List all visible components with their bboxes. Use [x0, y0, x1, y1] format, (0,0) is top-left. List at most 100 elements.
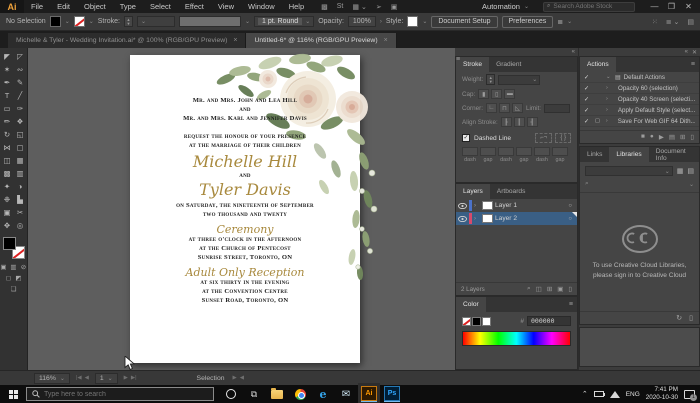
fill-swatch[interactable]: [49, 16, 61, 27]
dash-value-field[interactable]: [516, 147, 532, 156]
battery-icon[interactable]: [593, 391, 605, 397]
weight-dropdown[interactable]: ⌄: [498, 74, 541, 85]
toolbar-icon[interactable]: ➢: [376, 3, 382, 11]
fill-color-swatch[interactable]: [2, 237, 16, 250]
panel-tab[interactable]: Links: [580, 147, 609, 162]
network-icon[interactable]: [609, 390, 620, 398]
menu-item[interactable]: Effect: [178, 0, 211, 13]
dashed-line-checkbox[interactable]: ✓: [462, 134, 470, 142]
tool-button[interactable]: ▭: [1, 102, 14, 115]
close-button[interactable]: ✕: [681, 1, 696, 13]
tool-button[interactable]: ✎: [14, 76, 27, 89]
document-setup-button[interactable]: Document Setup: [431, 15, 498, 28]
menu-item[interactable]: Help: [282, 0, 311, 13]
menu-item[interactable]: View: [211, 0, 241, 13]
fill-stroke-widget[interactable]: [2, 236, 26, 260]
layer-row[interactable]: › Layer 2 ○: [456, 212, 577, 225]
layer-thumbnail[interactable]: [482, 201, 493, 210]
menu-item[interactable]: Object: [77, 0, 113, 13]
dash-value-field[interactable]: [552, 147, 568, 156]
black-swatch[interactable]: [472, 316, 481, 326]
toolbar-icon[interactable]: St: [337, 3, 344, 11]
panel-tab[interactable]: Actions: [580, 57, 616, 72]
limit-field[interactable]: [544, 103, 571, 113]
tool-button[interactable]: ✏: [1, 115, 14, 128]
layers-footer-icon[interactable]: ◫: [536, 285, 542, 293]
cap-button[interactable]: ▯: [491, 89, 503, 99]
weight-stepper[interactable]: ▲ ▼: [486, 74, 496, 85]
chevron-right-icon[interactable]: ›: [380, 19, 382, 25]
status-expand-icon[interactable]: ▶: [233, 375, 237, 381]
draw-normal-button[interactable]: ◻: [5, 274, 13, 282]
edge-icon[interactable]: e: [315, 386, 331, 402]
action-check-icon[interactable]: ✓: [584, 107, 592, 114]
tool-button[interactable]: ╱: [14, 89, 27, 102]
list-view-icon[interactable]: ▤: [687, 167, 694, 175]
expand-layer-icon[interactable]: ›: [474, 216, 480, 222]
panel-menu-icon[interactable]: ≡: [691, 61, 695, 68]
actions-footer-icon[interactable]: ▤: [669, 133, 675, 141]
brush-definition-preview[interactable]: [178, 16, 241, 27]
color-mode-button[interactable]: ▣: [0, 263, 8, 271]
close-tab-icon[interactable]: ×: [384, 37, 388, 44]
close-panel-icon[interactable]: ✕: [692, 49, 697, 56]
chevron-down-icon[interactable]: ⌄: [567, 18, 572, 25]
chrome-icon[interactable]: [292, 386, 308, 402]
corner-button[interactable]: ◺: [512, 103, 523, 113]
panel-tab[interactable]: Stroke: [456, 57, 490, 72]
actions-footer-icon[interactable]: ■: [641, 133, 645, 141]
bar-right-icon[interactable]: ≣ ⌄: [666, 18, 680, 26]
preserve-dash-icon[interactable]: ⌐¬: [535, 133, 553, 143]
tool-button[interactable]: ✒: [1, 76, 14, 89]
tool-button[interactable]: ⋈: [1, 141, 14, 154]
toolbar-icon[interactable]: ▦ ⌄: [352, 3, 366, 11]
dash-value-field[interactable]: [498, 147, 514, 156]
photoshop-taskbar-icon[interactable]: Ps: [384, 385, 400, 402]
action-check-icon[interactable]: ✓: [584, 74, 592, 81]
layers-footer-icon[interactable]: ⊞: [547, 285, 552, 293]
artboard[interactable]: Mr. and Mrs. John and Lea Hill and Mr. and…: [130, 53, 378, 363]
tool-button[interactable]: ❖: [14, 115, 27, 128]
next-artboard-icon[interactable]: ▶: [124, 375, 128, 381]
workspace-switcher[interactable]: Automation ⌄: [482, 2, 529, 11]
action-check-icon[interactable]: ✓: [584, 96, 592, 103]
chevron-down-icon[interactable]: ⌄: [65, 18, 70, 25]
panel-menu-icon[interactable]: ≡: [569, 301, 573, 308]
menu-item[interactable]: Select: [143, 0, 178, 13]
corner-button[interactable]: ∟: [486, 103, 497, 113]
canvas[interactable]: Mr. and Mrs. John and Lea Hill and Mr. and…: [28, 48, 455, 370]
color-spectrum-bar[interactable]: [462, 331, 571, 346]
expand-action-icon[interactable]: ›: [606, 118, 612, 124]
opacity-value[interactable]: 100%: [347, 16, 376, 27]
restore-button[interactable]: ❐: [664, 1, 679, 13]
white-swatch[interactable]: [482, 316, 491, 326]
tool-button[interactable]: ❉: [1, 193, 14, 206]
libraries-footer-icon[interactable]: ▯: [689, 314, 693, 322]
toolbar-icon[interactable]: ▣: [391, 3, 398, 11]
action-check-icon[interactable]: ✓: [584, 85, 592, 92]
layer-thumbnail[interactable]: [482, 214, 493, 223]
tool-button[interactable]: ◑: [14, 180, 27, 193]
document-tab[interactable]: Michelle & Tyler - Wedding Invitation.ai…: [8, 33, 247, 48]
tool-button[interactable]: ◫: [1, 154, 14, 167]
actions-footer-icon[interactable]: ▯: [690, 133, 694, 141]
cap-button[interactable]: ▮: [478, 89, 490, 99]
cortana-icon[interactable]: [223, 386, 239, 402]
dash-value-field[interactable]: [462, 147, 478, 156]
actions-footer-icon[interactable]: ●: [650, 133, 654, 141]
tool-button[interactable]: T: [1, 89, 14, 102]
chevron-down-icon[interactable]: ⌄: [89, 18, 94, 25]
menu-item[interactable]: File: [24, 0, 50, 13]
layer-name[interactable]: Layer 2: [495, 215, 566, 222]
layer-row[interactable]: › Layer 1 ○: [456, 199, 577, 212]
align-menu-icon[interactable]: ≣: [557, 18, 563, 26]
menu-item[interactable]: Type: [113, 0, 143, 13]
dash-value-field[interactable]: [534, 147, 550, 156]
tool-button[interactable]: ✶: [1, 63, 14, 76]
expand-action-icon[interactable]: ›: [606, 96, 612, 102]
chevron-down-icon[interactable]: ⌄: [422, 18, 427, 25]
tool-button[interactable]: ▥: [14, 167, 27, 180]
style-swatch[interactable]: [407, 16, 419, 27]
stroke-weight-stepper[interactable]: ▲ ▼: [123, 16, 133, 27]
variable-width-dropdown[interactable]: ⌄: [136, 16, 175, 27]
